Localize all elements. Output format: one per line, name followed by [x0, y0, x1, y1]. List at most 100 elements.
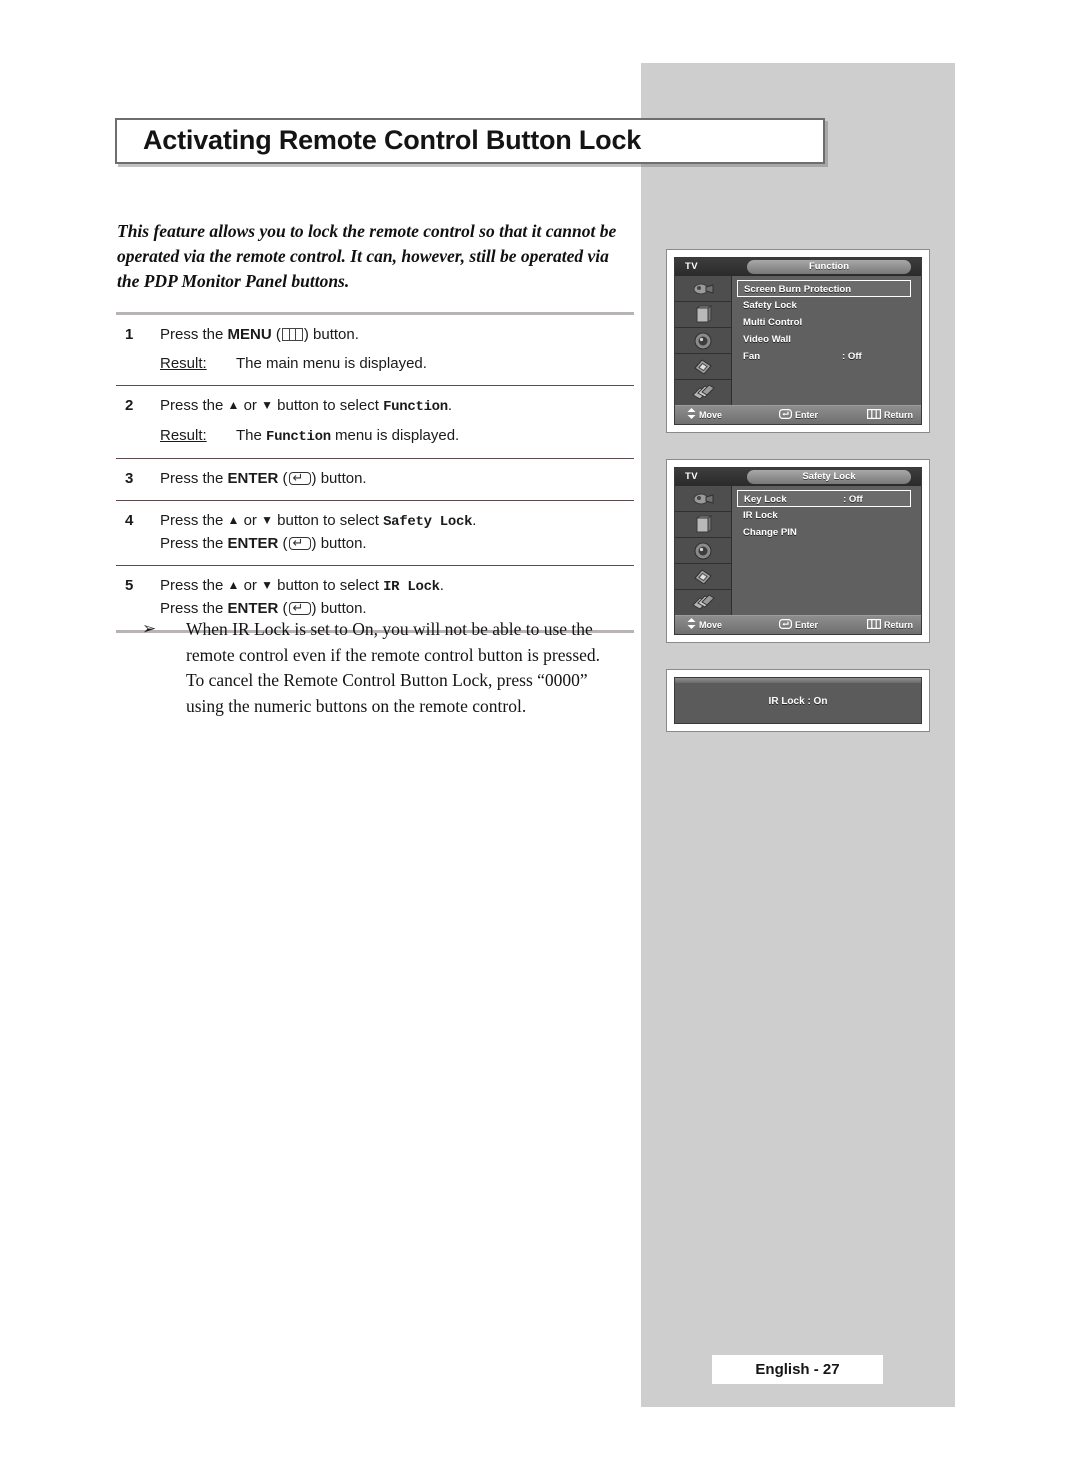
osd-footer: Move Enter Return	[675, 615, 921, 634]
audio-dial-icon	[694, 542, 712, 559]
step-body: Press the ▲ or ▼ button to select IR Loc…	[160, 575, 634, 620]
speaker-box-icon	[695, 514, 713, 533]
step-mid-text: or	[239, 512, 262, 529]
osd-footer-move-label: Move	[699, 410, 723, 420]
rail-cell[interactable]	[675, 590, 731, 616]
osd-footer-return-label: Return	[884, 410, 913, 420]
menu-icon	[281, 328, 303, 341]
step-row: 3 Press the ENTER (↵) button.	[116, 459, 634, 500]
note-text: When IR Lock is set to On, you will not …	[186, 617, 632, 719]
step-number: 2	[125, 397, 134, 414]
rail-cell[interactable]	[675, 328, 731, 354]
result-label: Result:	[160, 427, 207, 444]
enter-icon	[779, 409, 792, 419]
step-instruction: Press the ▲ or ▼ button to select Safety…	[160, 510, 634, 533]
osd-item-label: Safety Lock	[743, 300, 797, 311]
step-instruction: Press the ▲ or ▼ button to select Functi…	[160, 395, 634, 418]
step-instruction-secondary: Press the ENTER (↵) button.	[160, 535, 367, 552]
osd-footer-return: Return	[867, 408, 913, 422]
osd-icon-rail	[675, 486, 732, 616]
menu-icon	[867, 409, 881, 419]
rail-cell[interactable]	[675, 564, 731, 590]
osd-item-label: Screen Burn Protection	[744, 284, 852, 295]
note-line: To cancel the Remote Control Button Lock…	[186, 670, 588, 690]
note-bullet-icon: ➢	[142, 619, 157, 639]
note-line: using the numeric buttons on the remote …	[186, 695, 527, 716]
result-text: The main menu is displayed.	[236, 355, 427, 372]
step-lead-text: Press the	[160, 577, 228, 594]
step-row: 1 Press the MENU () button. Result: The m…	[116, 315, 634, 385]
enter-icon: ↵	[288, 472, 311, 485]
osd-menu-item-screen-burn-protection[interactable]: Screen Burn Protection ▶	[737, 280, 911, 297]
enter-icon	[779, 619, 792, 629]
osd-toast-message: IR Lock : On	[768, 695, 828, 707]
chip-icon	[694, 358, 712, 375]
osd-source-label: TV	[685, 261, 698, 272]
rail-cell[interactable]	[675, 512, 731, 538]
rail-cell[interactable]	[675, 302, 731, 328]
enter-key-label: ENTER	[227, 470, 279, 487]
step-target-label: IR Lock	[383, 579, 440, 595]
osd-item-value: : Off	[842, 351, 862, 362]
step-line2-tail: button.	[316, 535, 367, 552]
step-number: 3	[125, 470, 134, 487]
osd-screenshot-function: TV Function Screen Burn Protection Safet…	[666, 249, 930, 433]
page-title-box: Activating Remote Control Button Lock	[115, 118, 825, 164]
osd-menu-item-fan[interactable]: Fan : Off ▶	[737, 348, 911, 365]
osd-menu-item-safety-lock[interactable]: Safety Lock ▶	[737, 297, 911, 314]
step-mid2-text: button to select	[273, 397, 384, 414]
step-tail-text: .	[472, 512, 477, 529]
step-tail-text: .	[439, 577, 444, 594]
audio-dial-icon	[694, 332, 712, 349]
page-title: Activating Remote Control Button Lock	[143, 124, 642, 155]
rail-cell[interactable]	[675, 354, 731, 380]
osd-toast-cap	[675, 678, 921, 683]
arrow-up-icon: ▲	[227, 578, 240, 592]
osd-footer-move-label: Move	[699, 620, 723, 630]
arrow-up-icon: ▲	[227, 398, 240, 412]
step-line2-tail: button.	[316, 600, 367, 617]
osd-footer-enter: Enter	[779, 618, 818, 632]
step-body: Press the MENU () button. Result: The mai…	[160, 324, 634, 375]
note-line: When IR Lock is set to On, you will not …	[186, 619, 593, 639]
osd-screenshot-ir-lock-toast: IR Lock : On	[666, 669, 930, 732]
osd-menu-item-ir-lock[interactable]: IR Lock ▶	[737, 507, 911, 524]
result-label: Result:	[160, 355, 207, 372]
osd-footer-return-label: Return	[884, 620, 913, 630]
rail-cell[interactable]	[675, 486, 731, 512]
step-lead-text: Press the	[160, 512, 228, 529]
osd-menu-item-key-lock[interactable]: Key Lock : Off ▶	[737, 490, 911, 507]
osd-item-label: Multi Control	[743, 317, 803, 328]
step-lead-text: Press the	[160, 470, 228, 487]
step-mid-text: or	[239, 577, 262, 594]
osd-menu-item-change-pin[interactable]: Change PIN ▶	[737, 524, 911, 541]
osd-menu-list: Key Lock : Off ▶ IR Lock ▶ Change PIN ▶	[732, 486, 921, 616]
arrow-down-icon: ▼	[261, 398, 273, 412]
step-body: Press the ENTER (↵) button.	[160, 468, 634, 490]
step-tail-text: button.	[308, 326, 359, 343]
osd-header: TV Function	[675, 258, 921, 276]
rail-cell[interactable]	[675, 538, 731, 564]
osd-item-label: Key Lock	[744, 494, 787, 505]
up-down-arrow-icon	[687, 618, 696, 629]
rail-cell[interactable]	[675, 380, 731, 406]
step-mid2-text: button to select	[273, 577, 384, 594]
osd-title: Function	[747, 260, 911, 274]
step-tail-text: button.	[316, 470, 367, 487]
step-result: Result: The Function menu is displayed.	[160, 425, 634, 448]
osd-title: Safety Lock	[747, 470, 911, 484]
osd-menu-list: Screen Burn Protection ▶ Safety Lock ▶ M…	[732, 276, 921, 406]
osd-footer: Move Enter Return	[675, 405, 921, 424]
picture-icon	[693, 493, 714, 504]
osd-menu-item-video-wall[interactable]: Video Wall ▶	[737, 331, 911, 348]
osd-menu-item-multi-control[interactable]: Multi Control ▶	[737, 314, 911, 331]
osd-screenshot-safety-lock: TV Safety Lock Key Lock: Off IR Lock Ch…	[666, 459, 930, 643]
osd-footer-move: Move	[687, 618, 722, 632]
osd-item-label: Fan	[743, 351, 761, 362]
step-number: 1	[125, 326, 134, 343]
step-body: Press the ▲ or ▼ button to select Safety…	[160, 510, 634, 555]
step-lead-text: Press the	[160, 397, 228, 414]
enter-key-label: ENTER	[227, 600, 279, 617]
rail-cell[interactable]	[675, 276, 731, 302]
enter-icon: ↵	[288, 537, 311, 550]
